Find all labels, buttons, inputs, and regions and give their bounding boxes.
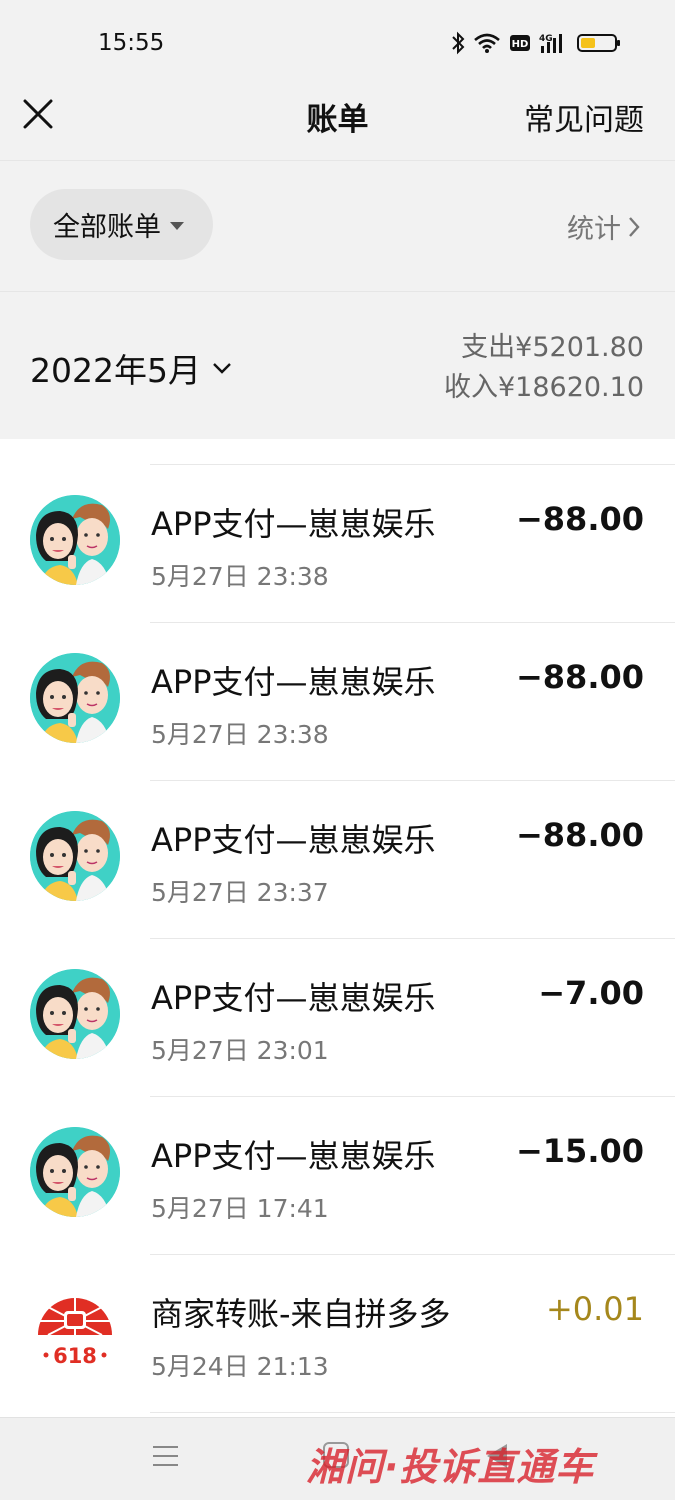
transaction-row[interactable]: APP支付—崽崽娱乐 5月27日 23:01 −7.00 bbox=[0, 939, 675, 1097]
signal-4g-icon: 4G bbox=[539, 32, 569, 54]
stats-label: 统计 bbox=[567, 214, 621, 245]
month-label: 2022年5月 bbox=[30, 351, 201, 390]
system-nav-bar: 湘问·投诉直通车 bbox=[0, 1417, 675, 1500]
transaction-amount: +0.01 bbox=[545, 1290, 644, 1328]
avatar-cartoon-couple bbox=[30, 653, 120, 743]
stats-link[interactable]: 统计 bbox=[567, 207, 641, 246]
transaction-amount: −88.00 bbox=[515, 500, 644, 538]
status-icons: HD 4G bbox=[451, 29, 621, 57]
transaction-amount: −88.00 bbox=[515, 816, 644, 854]
transaction-time: 5月27日 23:38 bbox=[151, 720, 329, 749]
transaction-row[interactable]: APP支付—崽崽娱乐 5月27日 23:38 −88.00 bbox=[0, 623, 675, 781]
transaction-time: 5月27日 23:37 bbox=[151, 878, 329, 907]
chevron-down-icon bbox=[213, 363, 231, 374]
watermark: 湘问·投诉直通车 bbox=[306, 1445, 595, 1489]
network-label: 4G bbox=[539, 34, 553, 44]
transaction-title: APP支付—崽崽娱乐 bbox=[151, 505, 436, 543]
transaction-title: APP支付—崽崽娱乐 bbox=[151, 663, 436, 701]
bluetooth-icon bbox=[451, 31, 465, 55]
header-bar: 账单 常见问题 bbox=[0, 86, 675, 160]
avatar-cartoon-couple bbox=[30, 1127, 120, 1217]
avatar-cartoon-couple bbox=[30, 495, 120, 585]
transaction-time: 5月24日 21:13 bbox=[151, 1352, 329, 1381]
transaction-amount: −15.00 bbox=[515, 1132, 644, 1170]
month-totals: 支出¥5201.80 收入¥18620.10 bbox=[444, 328, 644, 408]
status-bar: 15:55 HD 4G bbox=[0, 0, 675, 86]
avatar-cartoon-couple bbox=[30, 969, 120, 1059]
hd-icon: HD bbox=[509, 34, 531, 52]
transaction-row[interactable]: 618 商家转账-来自拼多多 5月24日 21:13 +0.01 bbox=[0, 1255, 675, 1413]
transaction-time: 5月27日 23:38 bbox=[151, 562, 329, 591]
transaction-title: APP支付—崽崽娱乐 bbox=[151, 1137, 436, 1175]
transaction-title: APP支付—崽崽娱乐 bbox=[151, 979, 436, 1017]
hd-label: HD bbox=[512, 39, 529, 50]
transaction-title: 商家转账-来自拼多多 bbox=[151, 1295, 451, 1333]
month-picker[interactable]: 2022年5月 bbox=[30, 344, 233, 392]
month-summary: 2022年5月 支出¥5201.80 收入¥18620.10 bbox=[0, 292, 675, 439]
transaction-row[interactable]: APP支付—崽崽娱乐 5月27日 17:41 −15.00 bbox=[0, 1097, 675, 1255]
pinduoduo-618-logo: 618 bbox=[30, 1285, 120, 1375]
transaction-amount: −7.00 bbox=[538, 974, 644, 1012]
transaction-amount: −88.00 bbox=[515, 658, 644, 696]
logo-text: 618 bbox=[53, 1344, 97, 1368]
income-total: 收入¥18620.10 bbox=[443, 372, 644, 403]
avatar-cartoon-couple bbox=[30, 811, 120, 901]
transaction-row[interactable]: APP支付—崽崽娱乐 5月27日 23:38 −88.00 bbox=[0, 465, 675, 623]
list-separator bbox=[150, 1412, 675, 1413]
transaction-title: APP支付—崽崽娱乐 bbox=[151, 821, 436, 859]
transaction-time: 5月27日 23:01 bbox=[151, 1036, 329, 1065]
wifi-icon bbox=[473, 32, 501, 54]
status-time: 15:55 bbox=[98, 30, 165, 56]
caret-down-icon bbox=[170, 221, 184, 230]
filter-row: 全部账单 统计 bbox=[0, 161, 675, 291]
chevron-right-icon bbox=[629, 216, 640, 237]
expense-total: 支出¥5201.80 bbox=[461, 332, 644, 363]
filter-label: 全部账单 bbox=[53, 212, 161, 243]
bill-filter-dropdown[interactable]: 全部账单 bbox=[30, 189, 213, 260]
faq-link[interactable]: 常见问题 bbox=[524, 95, 644, 139]
battery-icon bbox=[577, 32, 621, 54]
menu-icon[interactable] bbox=[153, 1446, 178, 1473]
transaction-row[interactable]: APP支付—崽崽娱乐 5月27日 23:37 −88.00 bbox=[0, 781, 675, 939]
transaction-time: 5月27日 17:41 bbox=[151, 1194, 329, 1223]
